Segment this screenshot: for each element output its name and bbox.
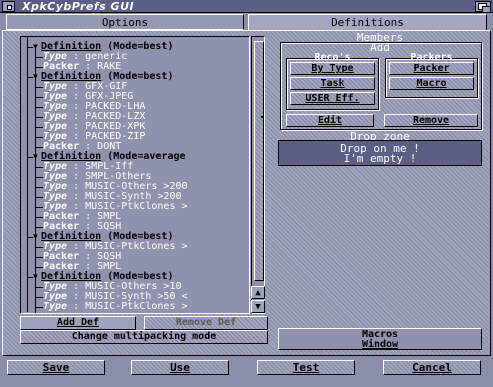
scroll-up-icon[interactable]: ▲ <box>251 286 265 299</box>
packer-button[interactable]: Packer <box>389 62 474 75</box>
tab-options[interactable]: Options <box>6 14 244 30</box>
add-def-button[interactable]: Add Def <box>20 316 136 330</box>
tree-scrollbar[interactable] <box>251 36 265 314</box>
tree-connector <box>35 297 43 298</box>
tree-node-value: : MUSIC-PtkClones > <box>67 301 188 312</box>
user-eff-button[interactable]: USER Eff. <box>290 92 375 105</box>
macros-window-button[interactable]: Macros Window <box>278 328 482 350</box>
by-type-button[interactable]: By Type <box>290 62 375 75</box>
tree-connector <box>35 67 43 68</box>
macro-label: Macro <box>416 78 447 89</box>
cancel-button[interactable]: Cancel <box>383 360 481 375</box>
tree-type-node[interactable]: Type : MUSIC-PtkClones > <box>43 302 188 312</box>
tree-connector <box>35 287 43 288</box>
tree-connector <box>35 117 43 118</box>
tree-connector <box>35 227 43 228</box>
use-button[interactable]: Use <box>131 360 229 375</box>
tree-connector <box>35 267 43 268</box>
task-button[interactable]: Task <box>290 77 375 90</box>
macro-button[interactable]: Macro <box>389 77 474 90</box>
tree-connector <box>35 257 43 258</box>
remove-def-button[interactable]: Remove Def <box>144 316 268 330</box>
tree-connector <box>35 87 43 88</box>
definition-tree[interactable]: ▼Definition (Mode=best)Type : genericPac… <box>20 36 250 314</box>
tree-connector <box>35 97 43 98</box>
tree-connector <box>35 247 43 248</box>
tree-connector <box>35 107 43 108</box>
tree-branch <box>35 47 36 313</box>
tree-connector <box>35 187 43 188</box>
task-label: Task <box>320 78 345 89</box>
save-label: Save <box>42 361 70 374</box>
remove-def-label: Remove Def <box>175 317 237 328</box>
tree-connector <box>35 197 43 198</box>
tree-connector <box>35 137 43 138</box>
multipack-label: Change multipacking mode <box>71 331 217 342</box>
window-label: Window <box>361 339 399 350</box>
tree-connector <box>35 147 43 148</box>
remove-button[interactable]: Remove <box>384 114 478 127</box>
close-gadget-icon[interactable] <box>2 1 15 12</box>
by-type-label: By Type <box>311 63 354 74</box>
save-button[interactable]: Save <box>7 360 105 375</box>
scroll-knob[interactable] <box>254 41 264 281</box>
window-title: XpkCybPrefs GUI <box>22 0 135 13</box>
drop-zone[interactable]: Drop on me ! I'm empty ! <box>278 140 482 166</box>
test-button[interactable]: Test <box>257 360 355 375</box>
tab-definitions[interactable]: Definitions <box>248 14 487 31</box>
multipack-button[interactable]: Change multipacking mode <box>20 330 268 344</box>
tree-connector <box>35 167 43 168</box>
add-def-label: Add Def <box>56 317 100 328</box>
edit-button[interactable]: Edit <box>286 114 374 127</box>
cancel-label: Cancel <box>412 361 452 374</box>
depth-gadget-icon[interactable] <box>475 1 491 13</box>
tree-trunk <box>27 37 28 312</box>
use-label: Use <box>170 361 190 374</box>
packer-label: Packer <box>413 63 450 74</box>
test-label: Test <box>292 361 320 374</box>
tree-connector <box>35 127 43 128</box>
dropzone-line2: I'm empty ! <box>343 152 417 165</box>
tree-connector <box>35 57 43 58</box>
remove-label: Remove <box>412 115 450 126</box>
edit-label: Edit <box>317 115 343 126</box>
scroll-down-icon[interactable]: ▼ <box>251 300 265 313</box>
user-eff-label: USER Eff. <box>305 93 360 104</box>
tree-connector <box>35 307 43 308</box>
tree-connector <box>35 207 43 208</box>
tree-connector <box>35 177 43 178</box>
tree-connector <box>35 217 43 218</box>
title-bar[interactable]: XpkCybPrefs GUI <box>0 0 493 13</box>
tree-node-label: Type <box>43 301 68 312</box>
